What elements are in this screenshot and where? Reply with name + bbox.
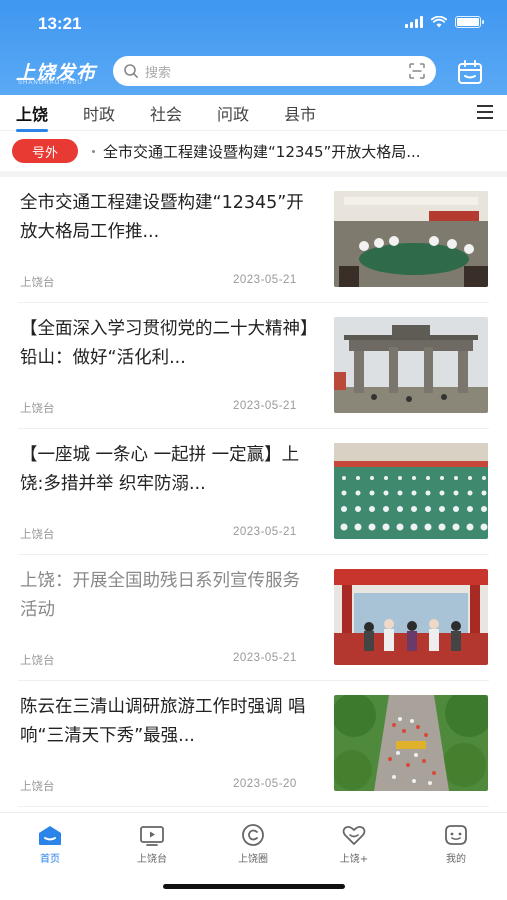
search-input[interactable]: 搜索 bbox=[113, 56, 436, 86]
tv-icon bbox=[140, 826, 164, 846]
news-date: 2023-05-21 bbox=[233, 652, 297, 664]
menu-icon[interactable] bbox=[476, 104, 494, 120]
news-title[interactable]: 全市交通工程建设暨构建“12345”开放大格局工作推... bbox=[20, 189, 316, 247]
tab-counties[interactable]: 县市 bbox=[282, 101, 318, 125]
nav-label: 上饶圈 bbox=[238, 854, 268, 865]
news-item[interactable]: 【全面深入学习贯彻党的二十大精神】铅山：做好“活化利... 上饶台 2023-0… bbox=[18, 303, 489, 429]
battery-level bbox=[457, 18, 479, 26]
news-date: 2023-05-20 bbox=[233, 778, 297, 790]
ticker-headline[interactable]: 全市交通工程建设暨构建“12345”开放大格局... bbox=[103, 141, 493, 162]
news-thumbnail-event[interactable] bbox=[334, 569, 488, 665]
news-item[interactable]: 上饶：开展全国助残日系列宣传服务活动 上饶台 2023-05-21 bbox=[18, 555, 489, 681]
status-bar: 13:21 bbox=[0, 0, 507, 48]
news-source: 上饶台 bbox=[20, 527, 55, 541]
news-source: 上饶台 bbox=[20, 275, 55, 289]
nav-home[interactable]: 首页 bbox=[10, 823, 90, 865]
breaking-badge: 号外 bbox=[12, 139, 78, 163]
nav-profile[interactable]: 我的 bbox=[416, 823, 496, 865]
news-thumbnail-meeting[interactable] bbox=[334, 191, 488, 287]
heart-icon bbox=[342, 825, 366, 845]
news-item[interactable]: 【一座城 一条心 一起拼 一定赢】上饶:多措并举 织牢防溺... 上饶台 202… bbox=[18, 429, 489, 555]
scan-icon[interactable] bbox=[408, 62, 426, 80]
search-placeholder: 搜索 bbox=[145, 65, 172, 81]
news-source: 上饶台 bbox=[20, 779, 55, 793]
news-thumbnail-field[interactable] bbox=[334, 443, 488, 539]
news-item[interactable]: 全市交通工程建设暨构建“12345”开放大格局工作推... 上饶台 2023-0… bbox=[18, 177, 489, 303]
tab-society[interactable]: 社会 bbox=[148, 101, 184, 125]
profile-icon bbox=[445, 825, 467, 845]
app-logo-subtitle: SHANGRAO FABU bbox=[18, 80, 83, 86]
status-time: 13:21 bbox=[38, 14, 82, 33]
search-icon bbox=[124, 64, 138, 78]
news-item[interactable]: 陈云在三清山调研旅游工作时强调 唱响“三清天下秀”最强... 上饶台 2023-… bbox=[18, 681, 489, 807]
tab-shangrao[interactable]: 上饶 bbox=[14, 101, 50, 132]
nav-label: 上饶台 bbox=[137, 854, 167, 865]
nav-tv[interactable]: 上饶台 bbox=[112, 823, 192, 865]
tab-inquiry[interactable]: 问政 bbox=[215, 101, 251, 125]
nav-label: 我的 bbox=[446, 854, 466, 865]
news-title[interactable]: 上饶：开展全国助残日系列宣传服务活动 bbox=[20, 567, 316, 625]
tab-politics[interactable]: 时政 bbox=[81, 101, 117, 125]
news-thumbnail-archway[interactable] bbox=[334, 317, 488, 413]
ticker-bullet bbox=[92, 149, 95, 153]
news-title[interactable]: 【全面深入学习贯彻党的二十大精神】铅山：做好“活化利... bbox=[20, 315, 316, 373]
battery-icon bbox=[455, 16, 484, 28]
news-source: 上饶台 bbox=[20, 653, 55, 667]
news-source: 上饶台 bbox=[20, 401, 55, 415]
category-tabs: 上饶 时政 社会 问政 县市 bbox=[0, 95, 507, 132]
news-title[interactable]: 陈云在三清山调研旅游工作时强调 唱响“三清天下秀”最强... bbox=[20, 693, 316, 751]
wifi-icon bbox=[431, 16, 447, 28]
news-thumbnail-crowd[interactable] bbox=[334, 695, 488, 791]
calendar-icon[interactable] bbox=[456, 58, 484, 86]
nav-label: 上饶+ bbox=[339, 854, 369, 865]
news-date: 2023-05-21 bbox=[233, 274, 297, 286]
breaking-news-ticker[interactable]: 号外 全市交通工程建设暨构建“12345”开放大格局... bbox=[0, 131, 507, 177]
news-date: 2023-05-21 bbox=[233, 400, 297, 412]
news-list: 全市交通工程建设暨构建“12345”开放大格局工作推... 上饶台 2023-0… bbox=[0, 177, 507, 807]
news-title[interactable]: 【一座城 一条心 一起拼 一定赢】上饶:多措并举 织牢防溺... bbox=[20, 441, 316, 499]
nav-circle[interactable]: 上饶圈 bbox=[213, 823, 293, 865]
header-bar: 13:21 上饶发布 SHANGRAO FABU 搜索 bbox=[0, 0, 507, 95]
circle-icon bbox=[242, 824, 264, 846]
home-icon bbox=[39, 826, 61, 845]
nav-plus[interactable]: 上饶+ bbox=[314, 823, 394, 865]
nav-label: 首页 bbox=[40, 854, 60, 865]
news-date: 2023-05-21 bbox=[233, 526, 297, 538]
status-icons bbox=[405, 16, 484, 28]
signal-icon bbox=[405, 16, 423, 28]
home-indicator[interactable] bbox=[163, 884, 345, 889]
